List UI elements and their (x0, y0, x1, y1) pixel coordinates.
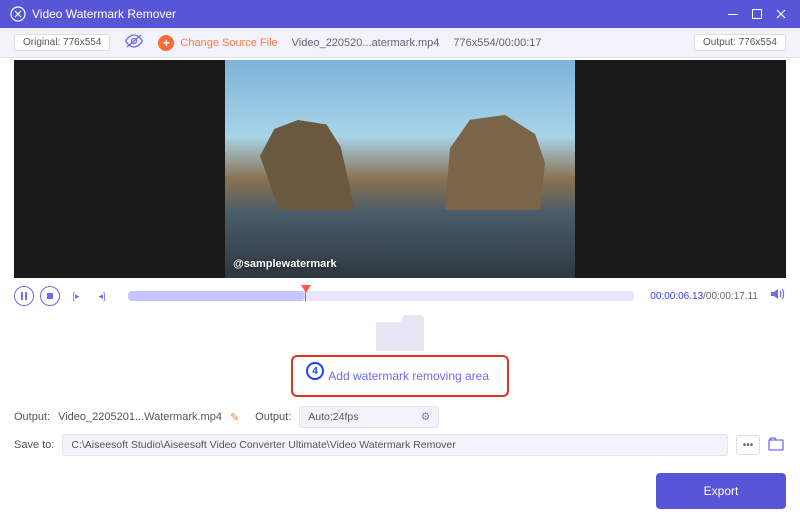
app-logo-icon (10, 6, 26, 22)
output-format-label: Output: (255, 411, 291, 423)
source-meta: 776x554/00:00:17 (453, 37, 541, 49)
video-frame[interactable]: @samplewatermark (225, 60, 575, 278)
step-marker: 4 (306, 362, 324, 380)
output-file-label: Output: (14, 411, 50, 423)
trim-start-button[interactable]: [▸ (66, 286, 86, 306)
plus-circle-icon: + (158, 35, 174, 51)
preview-toggle-icon[interactable] (124, 34, 144, 51)
output-badge: Output: 776x554 (694, 34, 786, 51)
watermark-text: @samplewatermark (233, 258, 337, 270)
pause-button[interactable] (14, 286, 34, 306)
drop-folder-icon (376, 315, 424, 351)
save-path-field: C:\Aiseesoft Studio\Aiseesoft Video Conv… (62, 434, 728, 456)
maximize-button[interactable] (748, 5, 766, 23)
minimize-button[interactable] (724, 5, 742, 23)
timeline-scrubber[interactable] (128, 291, 634, 301)
bottom-panel: Output: Video_2205201...Watermark.mp4 ✎ … (0, 398, 800, 470)
edit-filename-icon[interactable]: ✎ (230, 411, 239, 424)
change-source-button[interactable]: + Change Source File (158, 35, 277, 51)
playhead-icon[interactable] (305, 285, 315, 295)
browse-button[interactable]: ••• (736, 435, 760, 455)
time-display: 00:00:06.13/00:00:17.11 (650, 291, 758, 302)
open-folder-icon[interactable] (768, 437, 786, 454)
add-watermark-area-button[interactable]: + Add watermark removing area (291, 355, 509, 397)
info-bar: Original: 776x554 + Change Source File V… (0, 28, 800, 58)
original-badge: Original: 776x554 (14, 34, 110, 51)
gear-icon[interactable]: ⚙ (421, 411, 430, 423)
watermark-area-panel: 4 + Add watermark removing area (0, 314, 800, 398)
volume-icon[interactable] (770, 287, 786, 306)
trim-end-button[interactable]: ◂] (92, 286, 112, 306)
save-to-label: Save to: (14, 439, 54, 451)
stop-button[interactable] (40, 286, 60, 306)
output-file-name: Video_2205201...Watermark.mp4 (58, 411, 222, 423)
video-preview: @samplewatermark (14, 60, 786, 278)
titlebar: Video Watermark Remover (0, 0, 800, 28)
app-title: Video Watermark Remover (32, 7, 176, 21)
player-controls: [▸ ◂] 00:00:06.13/00:00:17.11 (0, 278, 800, 314)
source-filename: Video_220520...atermark.mp4 (292, 37, 440, 49)
close-button[interactable] (772, 5, 790, 23)
export-button[interactable]: Export (656, 473, 786, 509)
output-format-field[interactable]: Auto;24fps ⚙ (299, 406, 439, 428)
